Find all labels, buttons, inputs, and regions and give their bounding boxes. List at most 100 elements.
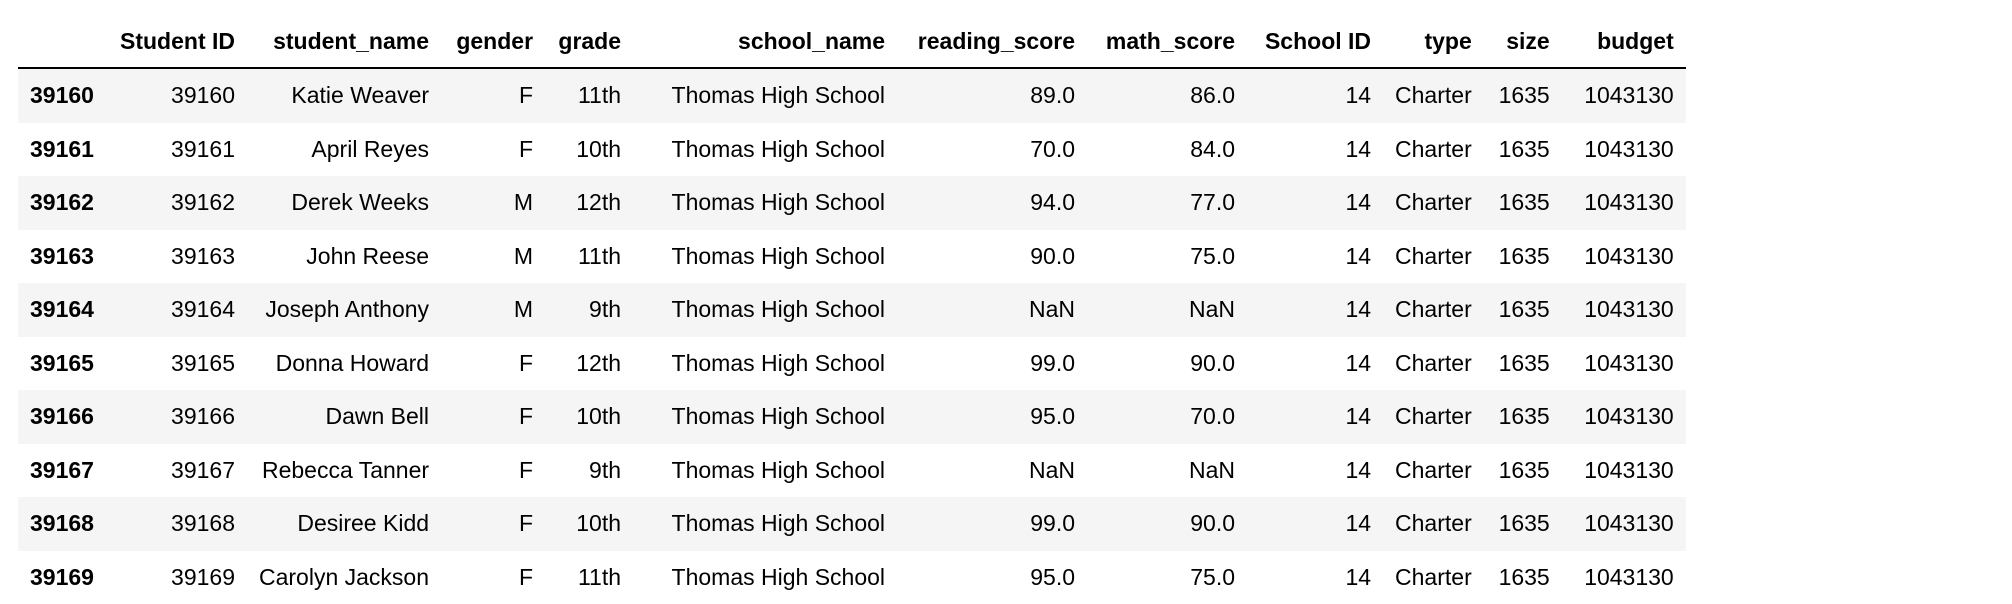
table-row: 39161 39161 April Reyes F 10th Thomas High Sc… xyxy=(18,122,1686,176)
cell-reading-score: 89.0 xyxy=(1030,82,1076,109)
table-row: 39164 39164 Joseph Anthony M 9th Thomas High … xyxy=(18,283,1686,337)
cell-grade: 10th xyxy=(576,135,622,162)
row-index: 39169 xyxy=(30,563,94,590)
cell-student-name: Desiree Kidd xyxy=(297,510,430,537)
cell-reading-score: 90.0 xyxy=(1030,242,1076,269)
cell-budget: 1043130 xyxy=(1584,242,1674,269)
header-school-name: school_name xyxy=(633,15,898,69)
cell-school-id: 14 xyxy=(1345,135,1372,162)
cell-type: Charter xyxy=(1395,403,1472,430)
cell-size: 1635 xyxy=(1498,82,1550,109)
cell-budget: 1043130 xyxy=(1584,82,1674,109)
cell-math-score: 77.0 xyxy=(1190,189,1236,216)
cell-budget: 1043130 xyxy=(1584,135,1674,162)
cell-math-score: 90.0 xyxy=(1190,510,1236,537)
cell-student-id: 39160 xyxy=(171,82,235,109)
cell-student-id: 39164 xyxy=(171,296,235,323)
cell-school-id: 14 xyxy=(1345,403,1372,430)
cell-gender: F xyxy=(518,563,534,590)
row-index: 39167 xyxy=(30,456,94,483)
cell-grade: 12th xyxy=(576,189,622,216)
row-index: 39165 xyxy=(30,349,94,376)
cell-student-id: 39169 xyxy=(171,563,235,590)
cell-student-id: 39165 xyxy=(171,349,235,376)
cell-reading-score: 94.0 xyxy=(1030,189,1076,216)
cell-math-score: 86.0 xyxy=(1190,82,1236,109)
cell-budget: 1043130 xyxy=(1584,456,1674,483)
cell-gender: F xyxy=(518,510,534,537)
cell-gender: M xyxy=(513,242,534,269)
cell-grade: 10th xyxy=(576,403,622,430)
cell-gender: M xyxy=(513,189,534,216)
cell-type: Charter xyxy=(1395,82,1472,109)
cell-gender: F xyxy=(518,403,534,430)
cell-type: Charter xyxy=(1395,349,1472,376)
row-index: 39168 xyxy=(30,510,94,537)
header-type: type xyxy=(1383,15,1484,69)
cell-gender: F xyxy=(518,82,534,109)
cell-type: Charter xyxy=(1395,296,1472,323)
cell-math-score: 75.0 xyxy=(1190,563,1236,590)
cell-reading-score: NaN xyxy=(1029,296,1076,323)
cell-budget: 1043130 xyxy=(1584,563,1674,590)
cell-budget: 1043130 xyxy=(1584,296,1674,323)
cell-school-name: Thomas High School xyxy=(671,242,886,269)
cell-size: 1635 xyxy=(1498,189,1550,216)
cell-size: 1635 xyxy=(1498,349,1550,376)
cell-school-id: 14 xyxy=(1345,82,1372,109)
cell-type: Charter xyxy=(1395,563,1472,590)
table-row: 39165 39165 Donna Howard F 12th Thomas High S… xyxy=(18,336,1686,390)
table-row: 39162 39162 Derek Weeks M 12th Thomas High Sc… xyxy=(18,176,1686,230)
header-index xyxy=(18,15,108,69)
header-row: Student ID student_name gender grade sch… xyxy=(18,15,1686,69)
cell-budget: 1043130 xyxy=(1584,189,1674,216)
cell-student-name: Joseph Anthony xyxy=(265,296,430,323)
cell-grade: 11th xyxy=(577,563,622,590)
cell-size: 1635 xyxy=(1498,563,1550,590)
cell-grade: 9th xyxy=(589,456,622,483)
cell-gender: M xyxy=(513,296,534,323)
header-reading-score: reading_score xyxy=(897,15,1088,69)
cell-school-name: Thomas High School xyxy=(671,403,886,430)
header-student-id: Student ID xyxy=(108,15,247,69)
cell-grade: 10th xyxy=(576,510,622,537)
table-row: 39167 39167 Rebecca Tanner F 9th Thomas High … xyxy=(18,443,1686,497)
cell-math-score: 90.0 xyxy=(1190,349,1236,376)
cell-math-score: NaN xyxy=(1189,296,1236,323)
cell-type: Charter xyxy=(1395,242,1472,269)
cell-student-name: Carolyn Jackson xyxy=(259,563,430,590)
cell-school-id: 14 xyxy=(1345,296,1372,323)
cell-school-id: 14 xyxy=(1345,349,1372,376)
cell-school-name: Thomas High School xyxy=(671,135,886,162)
row-index: 39162 xyxy=(30,189,94,216)
cell-reading-score: NaN xyxy=(1029,456,1076,483)
header-school-id: School ID xyxy=(1247,15,1384,69)
cell-school-name: Thomas High School xyxy=(671,349,886,376)
cell-budget: 1043130 xyxy=(1584,403,1674,430)
cell-reading-score: 99.0 xyxy=(1030,349,1076,376)
cell-gender: F xyxy=(518,456,534,483)
cell-gender: F xyxy=(518,135,534,162)
table-row: 39168 39168 Desiree Kidd F 10th Thomas High S… xyxy=(18,497,1686,551)
dataframe-table: Student ID student_name gender grade sch… xyxy=(18,15,1686,604)
cell-reading-score: 95.0 xyxy=(1030,563,1076,590)
header-gender: gender xyxy=(441,15,546,69)
cell-type: Charter xyxy=(1395,456,1472,483)
table-row: 39160 39160 Katie Weaver F 11th Thomas High S… xyxy=(18,68,1686,123)
cell-math-score: NaN xyxy=(1189,456,1236,483)
cell-student-name: John Reese xyxy=(306,242,430,269)
cell-school-name: Thomas High School xyxy=(671,82,886,109)
cell-student-id: 39161 xyxy=(171,135,235,162)
cell-school-id: 14 xyxy=(1345,456,1372,483)
cell-school-id: 14 xyxy=(1345,510,1372,537)
cell-school-name: Thomas High School xyxy=(671,296,886,323)
cell-school-name: Thomas High School xyxy=(671,456,886,483)
cell-reading-score: 99.0 xyxy=(1030,510,1076,537)
table-row: 39169 39169 Carolyn Jackson F 11th Thomas Hig… xyxy=(18,550,1686,604)
cell-size: 1635 xyxy=(1498,296,1550,323)
row-index: 39163 xyxy=(30,242,94,269)
cell-student-name: Katie Weaver xyxy=(291,82,430,109)
cell-gender: F xyxy=(518,349,534,376)
row-index: 39164 xyxy=(30,296,94,323)
cell-student-id: 39166 xyxy=(171,403,235,430)
